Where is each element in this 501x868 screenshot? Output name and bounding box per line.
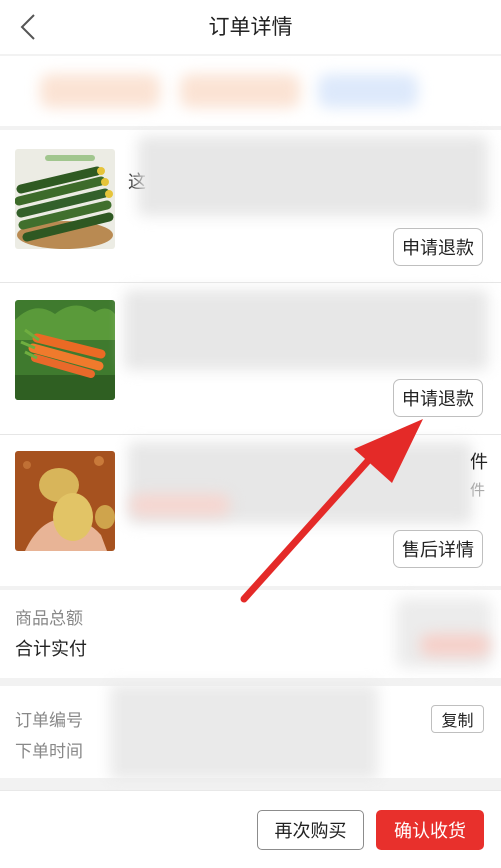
red-arrow-annotation: [240, 419, 423, 603]
